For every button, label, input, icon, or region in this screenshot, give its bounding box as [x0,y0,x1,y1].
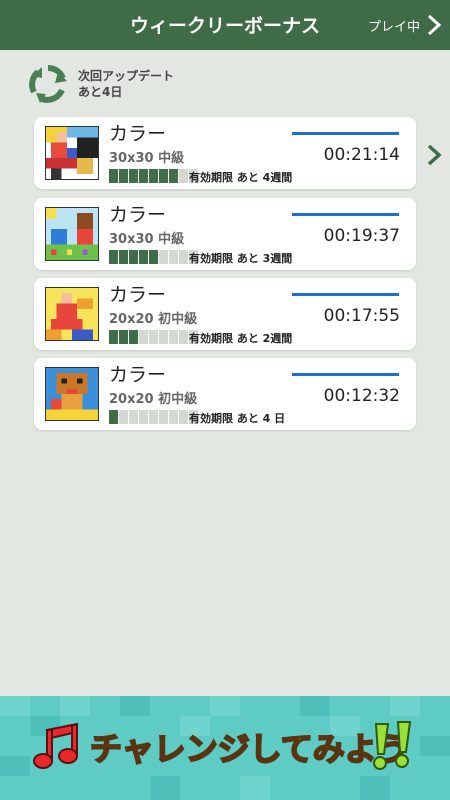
progress-segment-filled [149,169,158,183]
chevron-right-icon [427,14,442,36]
card-level: 30x30 中級 [109,151,185,166]
playing-button[interactable]: プレイ中 [368,0,442,50]
card-level: 20x20 初中級 [109,392,198,407]
header-bar: ウィークリーボーナス プレイ中 [0,0,450,50]
puzzle-card[interactable]: カラー 20x20 初中級 00:12:32 有効期限 あと 4 日 [34,358,416,430]
progress-segment-filled [109,410,118,424]
progress-segment-empty [179,169,188,183]
next-update-line1: 次回アップデート [78,69,175,83]
progress-segment-filled [129,330,138,344]
puzzle-card[interactable]: カラー 20x20 初中級 00:17:55 有効期限 あと 2週間 [34,278,416,350]
card-time: 00:17:55 [323,306,400,326]
progress-segment-filled [109,250,118,264]
accent-line [292,132,399,135]
progress-segment-empty [169,410,178,424]
progress-segment-filled [119,250,128,264]
progress-bar [109,169,198,183]
progress-segment-empty [159,330,168,344]
progress-segment-filled [109,169,118,183]
progress-segment-empty [119,410,128,424]
puzzle-card[interactable]: カラー 30x30 中級 00:19:37 有効期限 あと 3週間 [34,198,416,270]
progress-segment-empty [129,410,138,424]
progress-bar [109,330,198,344]
progress-segment-filled [139,169,148,183]
progress-segment-empty [149,330,158,344]
next-update-info: 次回アップデート あと4日 [28,62,174,106]
card-level: 30x30 中級 [109,232,185,247]
progress-segment-filled [119,169,128,183]
chevron-right-icon[interactable] [426,144,442,166]
puzzle-card[interactable]: カラー 30x30 中級 00:21:14 有効期限 あと 4週間 [34,117,416,189]
double-exclamation-icon [373,721,412,770]
progress-segment-empty [149,410,158,424]
progress-bar [109,410,198,424]
progress-segment-empty [179,250,188,264]
card-time: 00:19:37 [323,226,400,246]
progress-bar [109,250,198,264]
accent-line [292,213,399,216]
puzzle-thumbnail [45,287,99,341]
progress-segment-empty [179,330,188,344]
card-time: 00:12:32 [323,386,400,406]
progress-segment-empty [169,330,178,344]
card-title: カラー [109,204,167,226]
progress-segment-filled [159,169,168,183]
card-expiry: 有効期限 あと 3週間 [189,252,293,265]
progress-segment-filled [129,169,138,183]
accent-line [292,293,399,296]
progress-segment-empty [159,250,168,264]
progress-segment-filled [129,250,138,264]
accent-line [292,373,399,376]
recycle-icon [29,64,67,103]
puzzle-thumbnail [45,207,99,261]
puzzle-thumbnail [45,367,99,421]
next-update-line2: あと4日 [78,85,123,99]
progress-segment-filled [149,250,158,264]
puzzle-thumbnail [45,126,99,180]
progress-segment-filled [139,250,148,264]
card-expiry: 有効期限 あと 4 日 [189,412,286,425]
card-title: カラー [109,123,167,145]
card-time: 00:21:14 [323,145,400,165]
progress-segment-empty [169,250,178,264]
progress-segment-empty [179,410,188,424]
progress-segment-filled [169,169,178,183]
challenge-text[interactable]: チャレンジしてみよう [89,724,410,770]
progress-segment-filled [119,330,128,344]
music-note-icon [33,722,78,769]
progress-segment-empty [139,410,148,424]
progress-segment-empty [159,410,168,424]
card-expiry: 有効期限 あと 4週間 [189,171,293,184]
playing-label: プレイ中 [367,19,420,35]
card-title: カラー [109,284,167,306]
card-title: カラー [109,364,167,386]
card-level: 20x20 初中級 [109,312,198,327]
card-expiry: 有効期限 あと 2週間 [189,332,293,345]
progress-segment-empty [139,330,148,344]
next-update-text: 次回アップデート あと4日 [78,68,174,100]
progress-segment-filled [109,330,118,344]
